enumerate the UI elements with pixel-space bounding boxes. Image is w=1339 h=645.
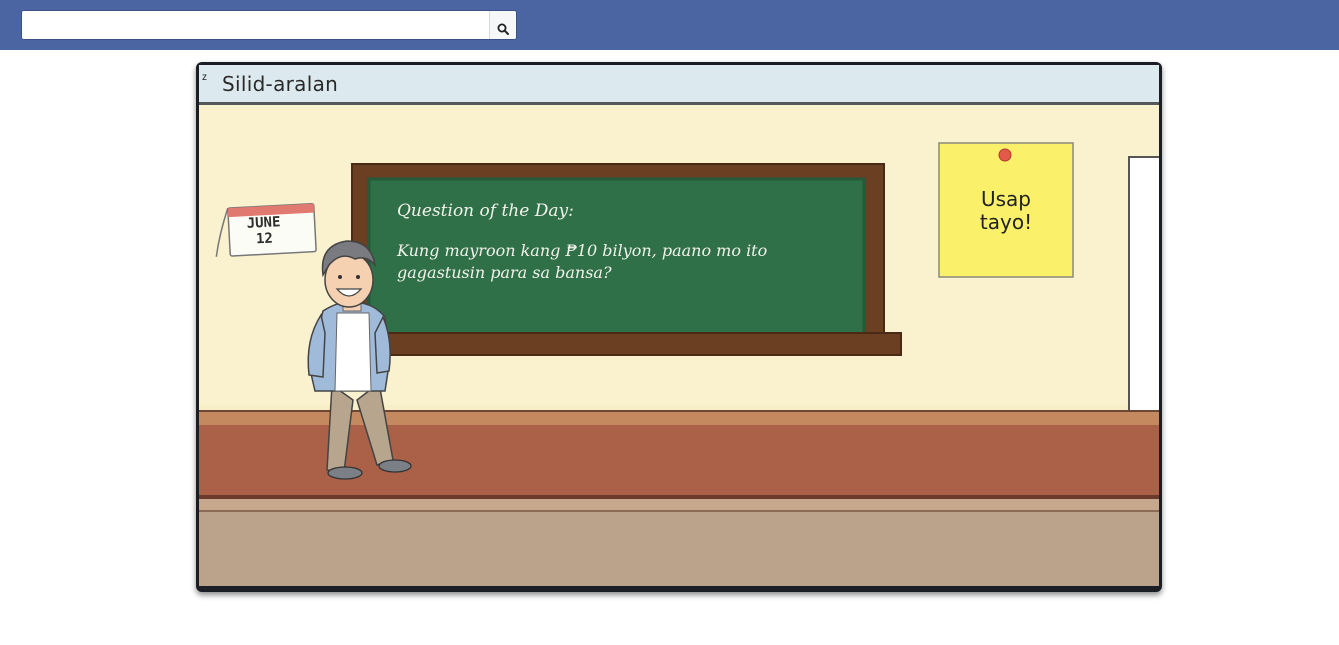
sticky-note-text[interactable]: Usap tayo! [951, 188, 1061, 234]
calendar-day: 12 [255, 230, 274, 248]
calendar-date: JUNE 12 [233, 213, 295, 248]
question-heading: Question of the Day: [397, 201, 574, 221]
sticky-note-line2: tayo! [979, 210, 1033, 234]
game-canvas[interactable]: z Silid-aralan Question of the Day: Kung… [199, 65, 1159, 586]
search-button[interactable] [489, 11, 516, 39]
page-title: Silid-aralan [222, 72, 339, 96]
search-input[interactable] [22, 11, 490, 39]
top-bar [0, 0, 1339, 50]
chalkboard-text: Question of the Day: Kung mayroon kang ₱… [397, 200, 837, 284]
corner-label: z [202, 72, 207, 83]
search-box [21, 10, 517, 40]
sticky-note-line1: Usap [980, 187, 1031, 211]
question-text: Kung mayroon kang ₱10 bilyon, paano mo i… [397, 241, 768, 282]
game-window: z Silid-aralan Question of the Day: Kung… [196, 62, 1162, 592]
classroom-scene [199, 65, 1159, 586]
search-icon [497, 23, 509, 35]
